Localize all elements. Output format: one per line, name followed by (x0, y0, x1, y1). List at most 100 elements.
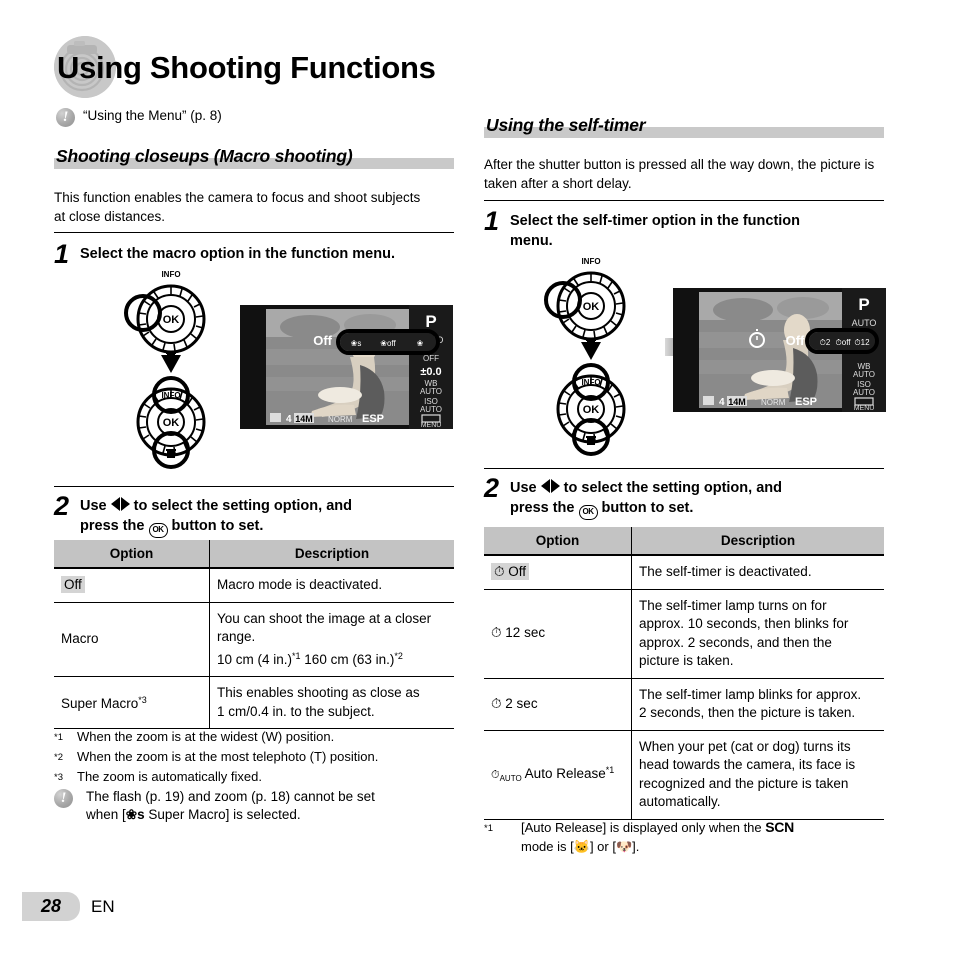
left-arrow-icon (110, 497, 120, 511)
svg-text:OK: OK (583, 301, 600, 313)
footnote-text: When the zoom is at the most telephoto (… (77, 749, 379, 764)
super-macro-icon: ❀s (125, 807, 145, 822)
svg-text:AUTO: AUTO (420, 405, 442, 414)
svg-text:P: P (858, 295, 869, 314)
manual-page: Using Shooting Functions “Using the Menu… (0, 0, 954, 954)
footnote-mark: *1 (54, 732, 63, 743)
cell-option: ⏱ Off (484, 555, 632, 590)
step1-text: Select the macro option in the function … (80, 246, 395, 262)
scn-mode-label: SCN (765, 819, 794, 835)
step2-number: 2 (54, 491, 70, 521)
page-number: 28 (22, 892, 80, 921)
option-off: Off (61, 576, 85, 593)
section-heading-selftimer: Using the self-timer (484, 112, 884, 138)
option-label: 2 sec (505, 695, 538, 711)
header-option: Option (484, 527, 632, 556)
header-description: Description (209, 540, 454, 569)
lcd-preview-selftimer: P AUTO WB AUTO ISO AUTO MENU 4 14M NORM … (673, 288, 886, 412)
control-dial-bottom: OK INFO (136, 376, 206, 469)
cell-description: When your pet (cat or dog) turns its hea… (631, 730, 884, 820)
svg-text:MENU: MENU (854, 405, 875, 412)
desc-line-2: approx. 10 seconds, then blinks for (639, 616, 849, 631)
svg-text:NORM: NORM (761, 398, 786, 407)
svg-text:INFO: INFO (161, 391, 180, 400)
cell-description: The self-timer lamp blinks for approx. 2… (631, 678, 884, 731)
header-option: Option (54, 540, 210, 569)
svg-text:OK: OK (163, 417, 180, 429)
step1-line1: Select the self-timer option in the func… (510, 213, 801, 229)
step2-number: 2 (484, 473, 500, 503)
lcd-preview-macro: P AUTO OFF ±0.0 WB AUTO ISO AUTO MENU 4 (240, 305, 453, 429)
selftimer-footnote: *1 [Auto Release] is displayed only when… (484, 818, 884, 856)
svg-text:AUTO: AUTO (853, 370, 875, 379)
desc-line-2: head towards the camera, its face is (639, 757, 856, 772)
svg-text:±0.0: ±0.0 (420, 366, 441, 378)
cell-description: You can shoot the image at a closer rang… (209, 602, 454, 677)
desc-line-1: The self-timer lamp turns on for (639, 597, 827, 613)
step2-rule (54, 486, 454, 487)
footnote-row: *1 [Auto Release] is displayed only when… (484, 818, 884, 856)
footnote-line2-before: mode is [ (521, 839, 574, 854)
desc-line-2: 1 cm/0.4 in. to the subject. (217, 703, 375, 719)
step1-text: Select the self-timer option in the func… (510, 207, 800, 251)
svg-text:ESP: ESP (362, 413, 384, 425)
table-row: Off Macro mode is deactivated. (54, 568, 454, 603)
macro-bottom-note-text: The flash (p. 19) and zoom (p. 18) canno… (81, 788, 375, 824)
svg-text:❀: ❀ (417, 339, 424, 348)
svg-text:NORM: NORM (328, 415, 353, 424)
svg-text:⏱12: ⏱12 (854, 338, 870, 347)
desc-line-3: recognized and the picture is taken (639, 775, 849, 791)
footnote-line1-before: [Auto Release] is displayed only when th… (521, 820, 766, 835)
selftimer-icon: ⏱ (491, 695, 502, 711)
cell-option: ⏱ 12 sec (484, 589, 632, 679)
footnote-text: When the zoom is at the widest (W) posit… (77, 729, 335, 744)
left-arrow-icon (540, 479, 550, 493)
selftimer-icon: ⏱ (491, 625, 502, 641)
right-arrow-icon (120, 497, 130, 511)
footnote-mark: *3 (54, 772, 63, 783)
svg-text:Off: Off (313, 333, 332, 348)
svg-text:14M: 14M (728, 397, 746, 407)
macro-footnotes: *1 When the zoom is at the widest (W) po… (54, 727, 454, 787)
section-heading-selftimer-label: Using the self-timer (486, 115, 646, 135)
svg-text:MENU: MENU (421, 422, 442, 429)
cell-option: Off (54, 568, 210, 603)
svg-text:⏱2: ⏱2 (820, 338, 831, 347)
step2-rule (484, 468, 884, 469)
svg-text:OK: OK (583, 404, 600, 416)
macro-options-table: Option Description Off Macro mode is dea… (54, 540, 454, 729)
svg-text:INFO: INFO (581, 378, 600, 387)
table-row: Super Macro*3 This enables shooting as c… (54, 676, 454, 729)
selftimer-illustration: INFO OK OK INFO P AUTO WB AUTO ISO AUTO … (484, 252, 886, 457)
step2-line1-prefix: Use (510, 480, 537, 496)
table-row: ⏱AUTO Auto Release*1 When your pet (cat … (484, 730, 884, 820)
svg-text:Off: Off (786, 333, 805, 348)
step2-line1-prefix: Use (80, 498, 107, 514)
step1-rule (54, 232, 454, 233)
note-line-2-before: when [ (86, 807, 126, 822)
header-description: Description (631, 527, 884, 556)
page-title: Using Shooting Functions (57, 50, 436, 85)
svg-text:INFO: INFO (581, 257, 600, 266)
step2-line1-mid: to select the setting option, and (133, 498, 352, 514)
section-heading-macro: Shooting closeups (Macro shooting) (54, 143, 454, 169)
cat-icon: 🐱 (573, 839, 590, 854)
desc-line-1: You can shoot the image at a closer rang… (217, 610, 432, 645)
footnote-row: *1 When the zoom is at the widest (W) po… (54, 727, 454, 747)
step1-number: 1 (484, 206, 500, 236)
table-row: ⏱ 2 sec The self-timer lamp blinks for a… (484, 678, 884, 731)
step1: 1 Select the self-timer option in the fu… (484, 207, 884, 251)
step1: 1 Select the macro option in the functio… (54, 240, 454, 268)
desc-line-2: 10 cm (4 in.)*1 160 cm (63 in.)*2 (217, 650, 403, 667)
desc-line-1: When your pet (cat or dog) turns its (639, 738, 851, 754)
table-header-row: Option Description (54, 540, 454, 569)
footnote-row: *2 When the zoom is at the most telephot… (54, 747, 454, 767)
cell-option: ⏱AUTO Auto Release*1 (484, 730, 632, 820)
svg-text:4: 4 (719, 397, 725, 408)
svg-text:AUTO: AUTO (420, 387, 442, 396)
step2-text: Use to select the setting option, and pr… (510, 474, 782, 520)
footnote-mark: *2 (54, 752, 63, 763)
svg-text:❀off: ❀off (380, 339, 396, 348)
svg-text:ESP: ESP (795, 396, 817, 408)
svg-text:AUTO: AUTO (853, 388, 875, 397)
